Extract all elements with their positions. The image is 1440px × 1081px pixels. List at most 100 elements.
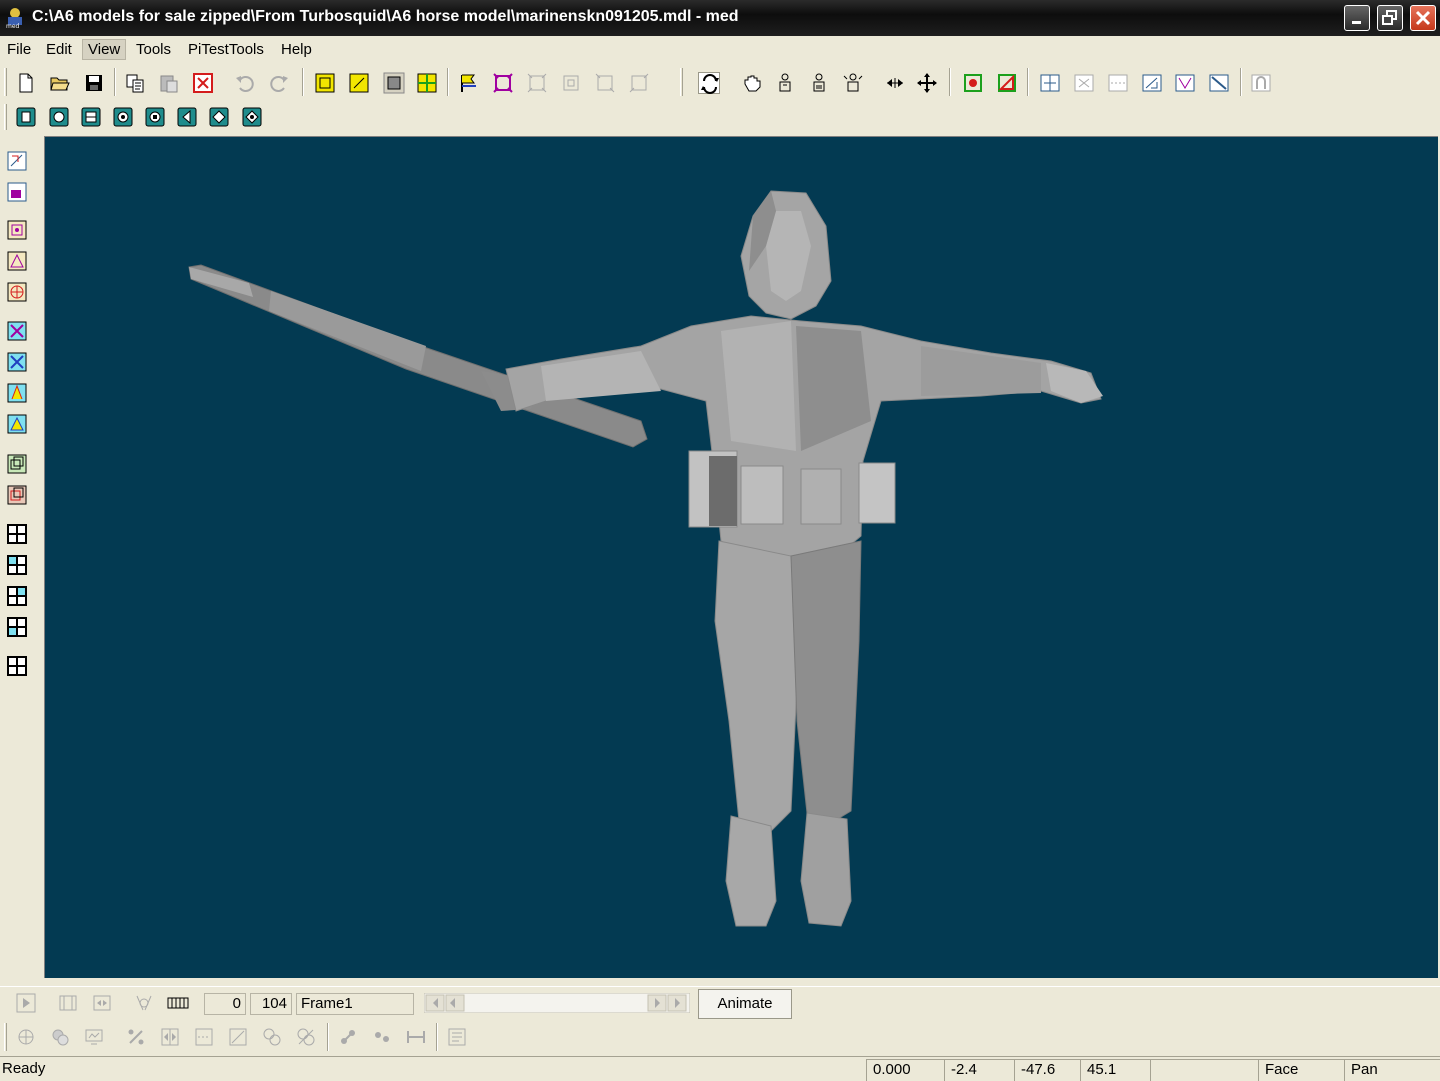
merge-icon[interactable] (261, 1026, 283, 1048)
view-bottom-icon[interactable] (48, 106, 70, 128)
end-frame-field[interactable]: 104 (250, 993, 292, 1015)
add-point-icon[interactable] (15, 1026, 37, 1048)
bevel-icon[interactable] (1141, 72, 1163, 94)
sphere-mode-icon[interactable] (6, 281, 28, 303)
delete-icon[interactable] (192, 72, 214, 94)
view-side-icon[interactable] (144, 106, 166, 128)
figure-2-icon[interactable] (808, 72, 830, 94)
restore-icon[interactable] (1377, 5, 1403, 31)
bbox-disabled-4-icon[interactable] (628, 72, 650, 94)
toolbar-grip[interactable] (4, 1023, 7, 1051)
diagonal-icon[interactable] (227, 1026, 249, 1048)
key-frame-icon[interactable] (133, 992, 155, 1014)
select-grid-icon[interactable] (416, 72, 438, 94)
view-back-icon[interactable] (112, 106, 134, 128)
toolbar-grip[interactable] (680, 68, 683, 96)
select-mode-icon[interactable] (6, 150, 28, 172)
paint-icon[interactable] (49, 1026, 71, 1048)
toolbar-separator (949, 68, 951, 96)
line-tool-icon[interactable] (1107, 72, 1129, 94)
split-icon[interactable] (295, 1026, 317, 1048)
bone-select-icon[interactable] (6, 320, 28, 342)
move-flag-icon[interactable] (458, 72, 480, 94)
split-edge-icon[interactable] (1039, 72, 1061, 94)
triangle-mode-icon[interactable] (6, 250, 28, 272)
status-bar: Ready 0.000 -2.4 -47.6 45.1 Face Pan (0, 1056, 1440, 1081)
save-icon[interactable] (83, 72, 105, 94)
flip-face-icon[interactable] (1174, 72, 1196, 94)
layout-1-icon[interactable] (6, 523, 28, 545)
magnet-icon[interactable] (1250, 72, 1272, 94)
layout-all-icon[interactable] (6, 655, 28, 677)
view-top-icon[interactable] (15, 106, 37, 128)
bbox-disabled-3-icon[interactable] (594, 72, 616, 94)
move-cross-icon[interactable] (916, 72, 938, 94)
bounding-box-icon[interactable] (492, 72, 514, 94)
view-front-icon[interactable] (80, 106, 102, 128)
new-file-icon[interactable] (15, 72, 37, 94)
rotate-view-icon[interactable] (698, 72, 720, 94)
open-folder-icon[interactable] (49, 72, 71, 94)
view-right-icon[interactable] (208, 106, 230, 128)
bbox-disabled-2-icon[interactable] (560, 72, 582, 94)
select-vertices-icon[interactable] (314, 72, 336, 94)
hand-pan-icon[interactable] (741, 72, 763, 94)
figure-1-icon[interactable] (774, 72, 796, 94)
menu-edit[interactable]: Edit (41, 40, 77, 59)
layout-3-icon[interactable] (6, 585, 28, 607)
animate-button[interactable]: Animate (698, 989, 792, 1019)
view-left-icon[interactable] (176, 106, 198, 128)
timeline-icon[interactable] (167, 992, 189, 1014)
med-app-icon[interactable]: med (4, 5, 26, 30)
minimize-icon[interactable] (1344, 5, 1370, 31)
menu-view[interactable]: View (82, 39, 127, 60)
toolbar-separator (436, 1023, 438, 1051)
bbox-disabled-1-icon[interactable] (526, 72, 548, 94)
measure-icon[interactable] (405, 1026, 427, 1048)
bone-rotate-icon[interactable] (6, 382, 28, 404)
select-area-icon[interactable] (383, 72, 405, 94)
toolbar-grip[interactable] (4, 104, 7, 130)
properties-icon[interactable] (446, 1026, 468, 1048)
group-icon[interactable] (6, 453, 28, 475)
toolbar-grip[interactable] (4, 68, 7, 96)
layout-2-icon[interactable] (6, 554, 28, 576)
frame-scrollbar[interactable] (423, 992, 691, 1014)
percent-icon[interactable] (125, 1026, 147, 1048)
redo-icon[interactable] (268, 72, 290, 94)
ungroup-icon[interactable] (6, 484, 28, 506)
bone-scale-icon[interactable] (6, 413, 28, 435)
vertex-mode-icon[interactable] (6, 219, 28, 241)
3d-viewport[interactable] (44, 136, 1438, 978)
figure-3-icon[interactable] (842, 72, 864, 94)
add-vertex-icon[interactable] (962, 72, 984, 94)
layout-4-icon[interactable] (6, 616, 28, 638)
scale-horizontal-icon[interactable] (884, 72, 906, 94)
select-box-icon[interactable] (6, 181, 28, 203)
start-frame-field[interactable]: 0 (204, 993, 246, 1015)
monitor-icon[interactable] (83, 1026, 105, 1048)
dotted-line-icon[interactable] (193, 1026, 215, 1048)
undo-icon[interactable] (234, 72, 256, 94)
select-faces-icon[interactable] (348, 72, 370, 94)
menu-pitesttools[interactable]: PiTestTools (183, 40, 269, 59)
frame-name-field[interactable]: Frame1 (296, 993, 414, 1015)
paste-icon[interactable] (158, 72, 180, 94)
link-icon[interactable] (337, 1026, 359, 1048)
toolbar-separator (114, 68, 116, 96)
diagonal-cut-icon[interactable] (1208, 72, 1230, 94)
view-perspective-icon[interactable] (241, 106, 263, 128)
close-icon[interactable] (1410, 5, 1436, 31)
menu-tools[interactable]: Tools (131, 40, 176, 59)
frames-jump-icon[interactable] (91, 992, 113, 1014)
play-icon[interactable] (15, 992, 37, 1014)
menu-file[interactable]: File (2, 40, 36, 59)
frames-icon[interactable] (57, 992, 79, 1014)
copy-icon[interactable] (124, 72, 146, 94)
mirror-icon[interactable] (159, 1026, 181, 1048)
unlink-icon[interactable] (371, 1026, 393, 1048)
weld-icon[interactable] (1073, 72, 1095, 94)
bone-move-icon[interactable] (6, 351, 28, 373)
menu-help[interactable]: Help (276, 40, 317, 59)
add-face-icon[interactable] (996, 72, 1018, 94)
